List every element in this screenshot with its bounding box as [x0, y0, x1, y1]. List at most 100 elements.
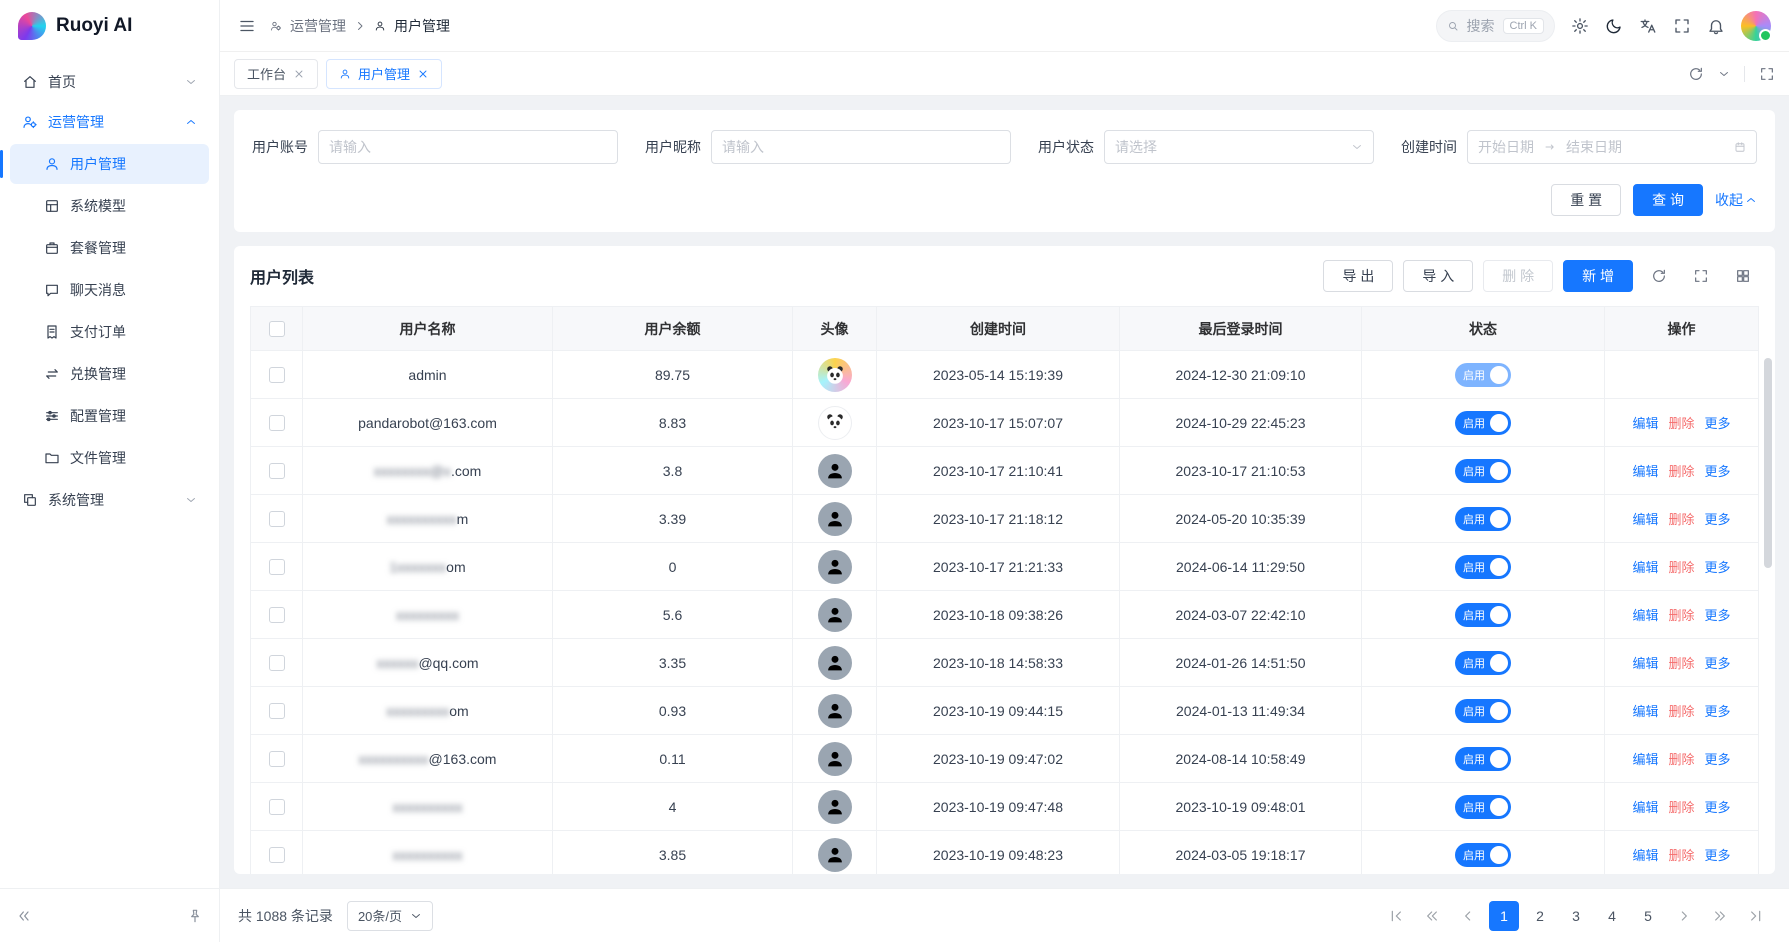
- edit-link[interactable]: 编辑: [1632, 848, 1658, 863]
- sidebar-item-chat[interactable]: 聊天消息: [10, 270, 209, 310]
- status-select[interactable]: 请选择: [1104, 130, 1374, 164]
- status-toggle[interactable]: 启用: [1455, 651, 1511, 675]
- export-button[interactable]: 导 出: [1323, 260, 1393, 292]
- sidebar-item-config[interactable]: 配置管理: [10, 396, 209, 436]
- status-toggle[interactable]: 启用: [1455, 747, 1511, 771]
- status-toggle[interactable]: 启用: [1455, 459, 1511, 483]
- row-checkbox[interactable]: [269, 751, 285, 767]
- status-toggle[interactable]: 启用: [1455, 363, 1511, 387]
- sidebar-item-person[interactable]: 用户管理: [10, 144, 209, 184]
- tab-user-management[interactable]: 用户管理: [326, 59, 442, 89]
- sidebar-item-order[interactable]: 支付订单: [10, 312, 209, 352]
- row-checkbox[interactable]: [269, 799, 285, 815]
- delete-link[interactable]: 删除: [1668, 800, 1694, 815]
- page-button-5[interactable]: 5: [1633, 901, 1663, 931]
- column-settings-icon[interactable]: [1727, 260, 1759, 292]
- more-link[interactable]: 更多: [1705, 704, 1731, 719]
- delete-button[interactable]: 删 除: [1483, 260, 1553, 292]
- date-range-picker[interactable]: 开始日期 结束日期: [1467, 130, 1757, 164]
- collapse-filter-link[interactable]: 收起: [1715, 190, 1757, 210]
- delete-link[interactable]: 删除: [1668, 512, 1694, 527]
- edit-link[interactable]: 编辑: [1632, 560, 1658, 575]
- last-page-icon[interactable]: [1741, 901, 1771, 931]
- delete-link[interactable]: 删除: [1668, 416, 1694, 431]
- status-toggle[interactable]: 启用: [1455, 699, 1511, 723]
- more-link[interactable]: 更多: [1705, 416, 1731, 431]
- delete-link[interactable]: 删除: [1668, 848, 1694, 863]
- breadcrumb-parent[interactable]: 运营管理: [290, 16, 346, 36]
- row-checkbox[interactable]: [269, 463, 285, 479]
- row-checkbox[interactable]: [269, 847, 285, 863]
- more-link[interactable]: 更多: [1705, 800, 1731, 815]
- edit-link[interactable]: 编辑: [1632, 608, 1658, 623]
- first-page-icon[interactable]: [1381, 901, 1411, 931]
- nickname-input[interactable]: [711, 130, 1011, 164]
- translate-icon[interactable]: [1639, 17, 1657, 35]
- more-link[interactable]: 更多: [1705, 512, 1731, 527]
- delete-link[interactable]: 删除: [1668, 608, 1694, 623]
- fullscreen-icon[interactable]: [1673, 17, 1691, 35]
- row-checkbox[interactable]: [269, 607, 285, 623]
- tab-options-icon[interactable]: [1718, 68, 1730, 80]
- content-fullscreen-icon[interactable]: [1759, 66, 1775, 82]
- delete-link[interactable]: 删除: [1668, 752, 1694, 767]
- row-checkbox[interactable]: [269, 511, 285, 527]
- account-input[interactable]: [318, 130, 618, 164]
- collapse-sidebar-icon[interactable]: [16, 908, 32, 924]
- edit-link[interactable]: 编辑: [1632, 416, 1658, 431]
- row-checkbox[interactable]: [269, 559, 285, 575]
- pin-sidebar-icon[interactable]: [187, 908, 203, 924]
- page-button-1[interactable]: 1: [1489, 901, 1519, 931]
- status-toggle[interactable]: 启用: [1455, 843, 1511, 867]
- status-toggle[interactable]: 启用: [1455, 411, 1511, 435]
- bell-icon[interactable]: [1707, 17, 1725, 35]
- menu-toggle-icon[interactable]: [238, 17, 256, 35]
- reset-button[interactable]: 重 置: [1551, 184, 1621, 216]
- more-link[interactable]: 更多: [1705, 656, 1731, 671]
- edit-link[interactable]: 编辑: [1632, 512, 1658, 527]
- status-toggle[interactable]: 启用: [1455, 795, 1511, 819]
- page-button-3[interactable]: 3: [1561, 901, 1591, 931]
- edit-link[interactable]: 编辑: [1632, 656, 1658, 671]
- sidebar-item-operations[interactable]: 运营管理: [10, 102, 209, 142]
- close-icon[interactable]: [293, 68, 305, 80]
- import-button[interactable]: 导 入: [1403, 260, 1473, 292]
- app-logo[interactable]: Ruoyi AI: [0, 0, 219, 52]
- next-5-pages-icon[interactable]: [1705, 901, 1735, 931]
- status-toggle[interactable]: 启用: [1455, 507, 1511, 531]
- global-search[interactable]: 搜索 Ctrl K: [1436, 10, 1556, 42]
- more-link[interactable]: 更多: [1705, 848, 1731, 863]
- status-toggle[interactable]: 启用: [1455, 555, 1511, 579]
- refresh-tab-icon[interactable]: [1688, 66, 1704, 82]
- more-link[interactable]: 更多: [1705, 752, 1731, 767]
- add-button[interactable]: 新 增: [1563, 260, 1633, 292]
- row-checkbox[interactable]: [269, 415, 285, 431]
- edit-link[interactable]: 编辑: [1632, 704, 1658, 719]
- query-button[interactable]: 查 询: [1633, 184, 1703, 216]
- page-size-select[interactable]: 20条/页: [347, 901, 433, 931]
- vertical-scrollbar[interactable]: [1764, 358, 1772, 568]
- status-toggle[interactable]: 启用: [1455, 603, 1511, 627]
- page-button-4[interactable]: 4: [1597, 901, 1627, 931]
- delete-link[interactable]: 删除: [1668, 464, 1694, 479]
- select-all-checkbox[interactable]: [269, 321, 285, 337]
- delete-link[interactable]: 删除: [1668, 704, 1694, 719]
- settings-icon[interactable]: [1571, 17, 1589, 35]
- prev-5-pages-icon[interactable]: [1417, 901, 1447, 931]
- sidebar-item-home[interactable]: 首页: [10, 62, 209, 102]
- delete-link[interactable]: 删除: [1668, 656, 1694, 671]
- edit-link[interactable]: 编辑: [1632, 800, 1658, 815]
- delete-link[interactable]: 删除: [1668, 560, 1694, 575]
- row-checkbox[interactable]: [269, 655, 285, 671]
- dark-mode-icon[interactable]: [1605, 17, 1623, 35]
- more-link[interactable]: 更多: [1705, 608, 1731, 623]
- row-checkbox[interactable]: [269, 367, 285, 383]
- sidebar-item-exchange[interactable]: 兑换管理: [10, 354, 209, 394]
- edit-link[interactable]: 编辑: [1632, 752, 1658, 767]
- user-avatar[interactable]: [1741, 11, 1771, 41]
- sidebar-item-package[interactable]: 套餐管理: [10, 228, 209, 268]
- tab-workbench[interactable]: 工作台: [234, 59, 318, 89]
- more-link[interactable]: 更多: [1705, 560, 1731, 575]
- table-fullscreen-icon[interactable]: [1685, 260, 1717, 292]
- more-link[interactable]: 更多: [1705, 464, 1731, 479]
